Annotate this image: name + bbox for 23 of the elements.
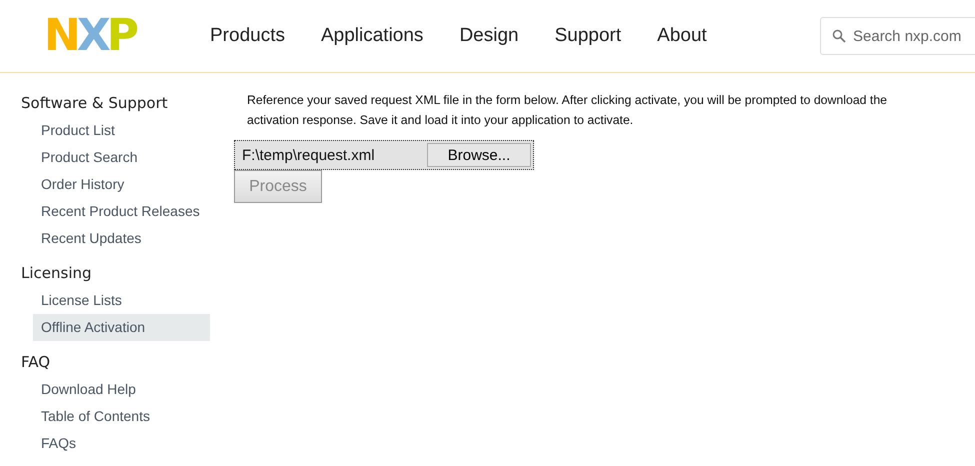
sidebar-heading: FAQ (21, 353, 52, 371)
nav-link[interactable]: Design (459, 25, 519, 47)
sidebar-item[interactable]: Product Search (21, 144, 210, 171)
sidebar-item[interactable]: Offline Activation (33, 314, 210, 341)
file-upload-field[interactable]: F:\temp\request.xml Browse... (234, 140, 534, 170)
search-field[interactable]: Search nxp.com (820, 17, 975, 55)
nav-link[interactable]: About (657, 25, 707, 47)
sidebar-item[interactable]: Download Help (21, 376, 210, 403)
sidebar-item[interactable]: Recent Product Releases (21, 198, 210, 225)
nav-link[interactable]: Support (554, 25, 622, 47)
sidebar-item[interactable]: FAQs (21, 430, 210, 457)
search-icon (832, 29, 846, 43)
sidebar-item[interactable]: Table of Contents (21, 403, 210, 430)
instructions-text: Reference your saved request XML file in the form below. After clicking activate, you will be prompted to download the activation response. Save it and load it into your application to activate. (247, 92, 888, 129)
sidebar-heading: Software & Support (21, 94, 169, 112)
sidebar-item[interactable]: Product List (21, 117, 210, 144)
sidebar-heading: Licensing (21, 264, 93, 282)
nav-link[interactable]: Applications (320, 25, 424, 47)
browse-button[interactable]: Browse... (427, 143, 531, 167)
sidebar-item[interactable]: License Lists (21, 287, 210, 314)
sidebar-item[interactable]: Recent Updates (21, 225, 210, 252)
sidebar-item[interactable]: Order History (21, 171, 210, 198)
nav-link[interactable]: Products (210, 25, 285, 47)
